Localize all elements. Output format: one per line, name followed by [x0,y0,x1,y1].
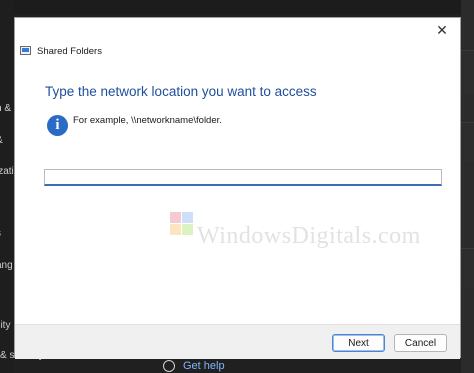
background-sidebar-label: h & [0,103,12,114]
background-row [461,248,474,288]
watermark-logo-icon [170,212,194,236]
background-row [461,50,474,94]
background-topbar [0,0,474,14]
background-sidebar-label: ang [0,260,13,271]
close-icon: ✕ [436,21,448,38]
get-help-link[interactable]: Get help [163,358,225,373]
background-sidebar-label: ility [0,320,11,331]
dialog-footer: Next Cancel [15,324,460,359]
info-icon: i [47,115,68,136]
background-row [461,122,474,162]
background-sidebar-label: izati [0,166,14,177]
shared-folders-dialog: ✕ Shared Folders Type the network locati… [14,17,461,359]
background-sidebar [0,0,14,373]
help-icon [163,359,175,372]
get-help-label: Get help [183,359,225,372]
close-button[interactable]: ✕ [432,21,452,39]
network-location-input[interactable] [44,169,442,186]
dialog-title: Shared Folders [37,46,102,57]
example-text: For example, \\networkname\folder. [73,115,222,126]
background-sidebar-label: s [0,228,1,239]
folder-network-icon [20,46,31,55]
watermark: WindowsDigitals.com [197,223,421,249]
dialog-heading: Type the network location you want to ac… [45,84,317,99]
cancel-button[interactable]: Cancel [394,334,447,352]
next-button[interactable]: Next [332,334,385,352]
background-sidebar-label: & [0,135,3,146]
